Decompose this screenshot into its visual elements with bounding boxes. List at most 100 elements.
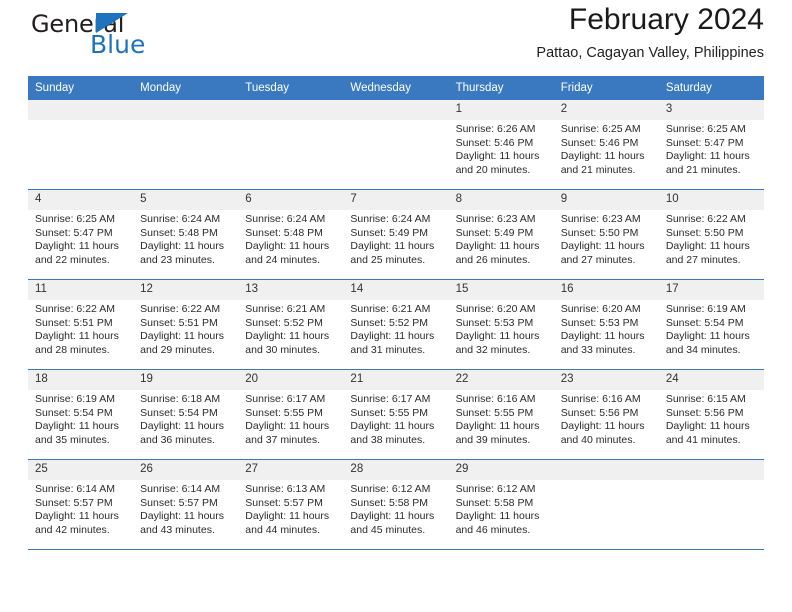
calendar-day-cell[interactable]: 28 Sunrise: 6:12 AM Sunset: 5:58 PM Dayligh… (343, 459, 449, 550)
day-detail-line: Sunset: 5:47 PM (35, 226, 113, 239)
day-detail-line: Sunset: 5:48 PM (140, 226, 218, 239)
day-details: Sunrise: 6:14 AM Sunset: 5:57 PM Daylight:… (133, 480, 238, 537)
day-detail-line: Sunrise: 6:25 AM (560, 123, 641, 135)
calendar-day-cell[interactable]: 27 Sunrise: 6:13 AM Sunset: 5:57 PM Dayligh… (238, 459, 344, 550)
day-details: Sunrise: 6:25 AM Sunset: 5:47 PM Daylight:… (28, 210, 133, 267)
day-number (658, 460, 764, 480)
calendar-day-cell[interactable]: 11 Sunrise: 6:22 AM Sunset: 5:51 PM Dayligh… (28, 279, 134, 370)
day-number: 2 (553, 100, 659, 120)
weekday-header-saturday: Saturday (658, 76, 764, 100)
calendar-day-cell[interactable]: 9 Sunrise: 6:23 AM Sunset: 5:50 PM Daylight… (553, 189, 659, 280)
calendar-day-cell[interactable]: 22 Sunrise: 6:16 AM Sunset: 5:55 PM Dayligh… (448, 369, 554, 460)
calendar-day-cell[interactable]: 14 Sunrise: 6:21 AM Sunset: 5:52 PM Dayligh… (343, 279, 449, 370)
day-detail-line: Sunrise: 6:19 AM (35, 393, 115, 405)
day-number: 9 (553, 190, 659, 210)
day-detail-line: Daylight: 11 hours (455, 240, 540, 253)
day-details: Sunrise: 6:19 AM Sunset: 5:54 PM Daylight:… (28, 390, 133, 447)
calendar-day-cell[interactable]: 13 Sunrise: 6:21 AM Sunset: 5:52 PM Dayligh… (238, 279, 344, 370)
day-detail-line: Sunset: 5:54 PM (665, 316, 744, 329)
calendar-day-cell[interactable]: 4 Sunrise: 6:25 AM Sunset: 5:47 PM Daylight… (28, 189, 134, 280)
day-number: 15 (448, 280, 554, 300)
day-detail-line: and 33 minutes. (560, 343, 636, 356)
day-detail-line: Sunrise: 6:15 AM (665, 393, 746, 405)
calendar-day-cell-empty (553, 459, 659, 550)
day-number: 28 (343, 460, 449, 480)
day-detail-line: and 45 minutes. (350, 523, 426, 536)
day-detail-line: Sunrise: 6:24 AM (350, 213, 431, 225)
day-detail-line: Daylight: 11 hours (140, 330, 224, 343)
day-detail-line: Daylight: 11 hours (455, 150, 540, 163)
calendar-day-cell[interactable]: 8 Sunrise: 6:23 AM Sunset: 5:49 PM Daylight… (448, 189, 554, 280)
day-detail-line: Sunrise: 6:25 AM (35, 213, 115, 225)
calendar-day-cell[interactable]: 2 Sunrise: 6:25 AM Sunset: 5:46 PM Daylight… (553, 100, 659, 190)
day-detail-line: and 31 minutes. (350, 343, 426, 356)
day-details (133, 120, 238, 123)
calendar-day-cell[interactable]: 12 Sunrise: 6:22 AM Sunset: 5:51 PM Dayligh… (133, 279, 239, 370)
calendar-day-cell[interactable]: 24 Sunrise: 6:15 AM Sunset: 5:56 PM Dayligh… (658, 369, 764, 460)
day-detail-line: Sunrise: 6:23 AM (560, 213, 641, 225)
calendar-day-cell[interactable]: 10 Sunrise: 6:22 AM Sunset: 5:50 PM Dayligh… (658, 189, 764, 280)
calendar-day-cell[interactable]: 18 Sunrise: 6:19 AM Sunset: 5:54 PM Dayligh… (28, 369, 134, 460)
day-details: Sunrise: 6:14 AM Sunset: 5:57 PM Daylight:… (28, 480, 133, 537)
day-detail-line: Sunset: 5:48 PM (245, 226, 323, 239)
day-number: 19 (133, 370, 239, 390)
calendar-day-cell[interactable]: 20 Sunrise: 6:17 AM Sunset: 5:55 PM Dayligh… (238, 369, 344, 460)
calendar-day-cell[interactable]: 15 Sunrise: 6:20 AM Sunset: 5:53 PM Dayligh… (448, 279, 554, 370)
calendar-day-cell[interactable]: 17 Sunrise: 6:19 AM Sunset: 5:54 PM Dayligh… (658, 279, 764, 370)
day-detail-line: and 46 minutes. (455, 523, 531, 536)
day-detail-line: Sunrise: 6:24 AM (245, 213, 326, 225)
day-detail-line: Daylight: 11 hours (245, 420, 330, 433)
day-details: Sunrise: 6:16 AM Sunset: 5:55 PM Daylight:… (449, 390, 554, 447)
day-details (28, 120, 133, 123)
day-detail-line: Sunset: 5:49 PM (350, 226, 429, 239)
day-number: 29 (448, 460, 554, 480)
calendar-day-cell-empty (133, 100, 239, 190)
weekday-header-sunday: Sunday (28, 76, 134, 100)
day-details: Sunrise: 6:22 AM Sunset: 5:50 PM Daylight:… (659, 210, 764, 267)
calendar-day-cell[interactable]: 19 Sunrise: 6:18 AM Sunset: 5:54 PM Dayligh… (133, 369, 239, 460)
calendar-week-row: 25 Sunrise: 6:14 AM Sunset: 5:57 PM Dayligh… (28, 459, 764, 550)
day-number: 12 (133, 280, 239, 300)
day-detail-line: Daylight: 11 hours (665, 150, 750, 163)
calendar-day-cell[interactable]: 26 Sunrise: 6:14 AM Sunset: 5:57 PM Dayligh… (133, 459, 239, 550)
day-detail-line: Sunset: 5:58 PM (350, 496, 429, 509)
day-details: Sunrise: 6:24 AM Sunset: 5:48 PM Daylight:… (238, 210, 343, 267)
day-detail-line: and 22 minutes. (35, 253, 110, 266)
calendar-day-cell[interactable]: 3 Sunrise: 6:25 AM Sunset: 5:47 PM Daylight… (658, 100, 764, 190)
day-detail-line: Sunset: 5:49 PM (455, 226, 534, 239)
day-detail-line: Daylight: 11 hours (560, 150, 645, 163)
day-detail-line: Sunrise: 6:14 AM (35, 483, 115, 495)
calendar-day-cell[interactable]: 5 Sunrise: 6:24 AM Sunset: 5:48 PM Daylight… (133, 189, 239, 280)
calendar-day-cell[interactable]: 16 Sunrise: 6:20 AM Sunset: 5:53 PM Dayligh… (553, 279, 659, 370)
day-detail-line: Daylight: 11 hours (35, 240, 119, 253)
calendar-day-cell[interactable]: 23 Sunrise: 6:16 AM Sunset: 5:56 PM Dayligh… (553, 369, 659, 460)
calendar-day-cell[interactable]: 21 Sunrise: 6:17 AM Sunset: 5:55 PM Dayligh… (343, 369, 449, 460)
day-detail-line: Daylight: 11 hours (140, 510, 224, 523)
day-detail-line: Daylight: 11 hours (350, 240, 435, 253)
calendar-table: Sunday Monday Tuesday Wednesday Thursday… (28, 76, 764, 550)
calendar-day-cell-empty (658, 459, 764, 550)
day-number: 24 (658, 370, 764, 390)
day-number (28, 100, 134, 120)
calendar-day-cell[interactable]: 6 Sunrise: 6:24 AM Sunset: 5:48 PM Daylight… (238, 189, 344, 280)
general-blue-logo[interactable]: General Blue (28, 8, 248, 62)
weekday-header-wednesday: Wednesday (343, 76, 449, 100)
calendar-day-cell[interactable]: 7 Sunrise: 6:24 AM Sunset: 5:49 PM Daylight… (343, 189, 449, 280)
day-detail-line: and 27 minutes. (560, 253, 636, 266)
day-detail-line: and 25 minutes. (350, 253, 426, 266)
calendar-day-cell[interactable]: 1 Sunrise: 6:26 AM Sunset: 5:46 PM Daylight… (448, 100, 554, 190)
day-detail-line: and 41 minutes. (665, 433, 741, 446)
day-detail-line: Sunrise: 6:25 AM (665, 123, 746, 135)
calendar-body: 1 Sunrise: 6:26 AM Sunset: 5:46 PM Daylight… (28, 100, 764, 550)
day-detail-line: Sunrise: 6:21 AM (350, 303, 431, 315)
day-detail-line: Daylight: 11 hours (350, 330, 435, 343)
day-details: Sunrise: 6:24 AM Sunset: 5:48 PM Daylight:… (133, 210, 238, 267)
day-number: 25 (28, 460, 134, 480)
calendar-day-cell[interactable]: 29 Sunrise: 6:12 AM Sunset: 5:58 PM Dayligh… (448, 459, 554, 550)
day-detail-line: Sunrise: 6:22 AM (35, 303, 115, 315)
day-detail-line: and 39 minutes. (455, 433, 531, 446)
day-details: Sunrise: 6:21 AM Sunset: 5:52 PM Daylight:… (238, 300, 343, 357)
day-detail-line: and 32 minutes. (455, 343, 531, 356)
day-detail-line: and 42 minutes. (35, 523, 110, 536)
calendar-day-cell[interactable]: 25 Sunrise: 6:14 AM Sunset: 5:57 PM Dayligh… (28, 459, 134, 550)
